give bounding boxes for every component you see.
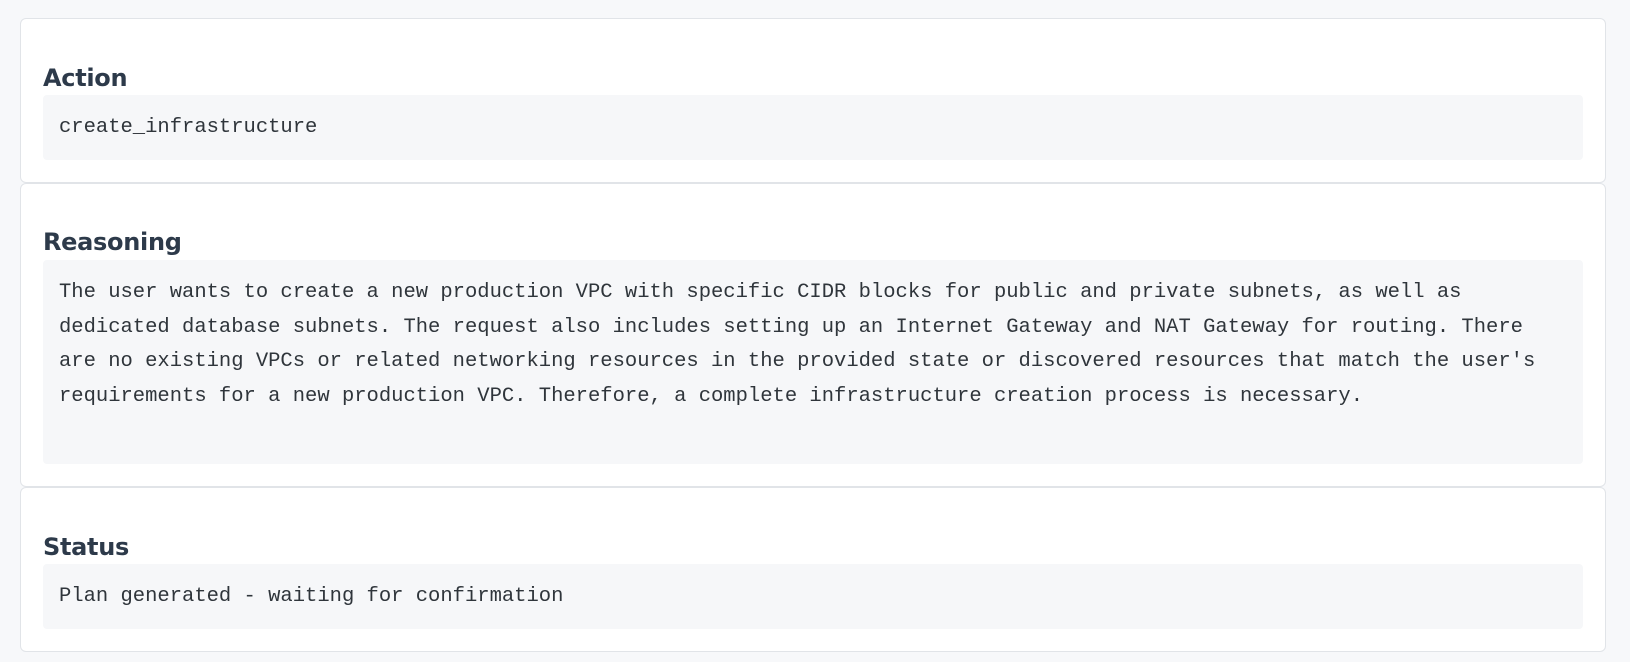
status-heading: Status — [43, 533, 129, 561]
action-heading: Action — [43, 64, 128, 92]
status-value: Plan generated - waiting for confirmatio… — [43, 564, 1583, 629]
status-card: Status Plan generated - waiting for conf… — [20, 487, 1606, 652]
reasoning-heading: Reasoning — [43, 228, 182, 256]
reasoning-text: The user wants to create a new productio… — [43, 260, 1583, 464]
action-value: create_infrastructure — [43, 95, 1583, 160]
reasoning-card: Reasoning The user wants to create a new… — [20, 183, 1606, 487]
action-card: Action create_infrastructure — [20, 18, 1606, 183]
